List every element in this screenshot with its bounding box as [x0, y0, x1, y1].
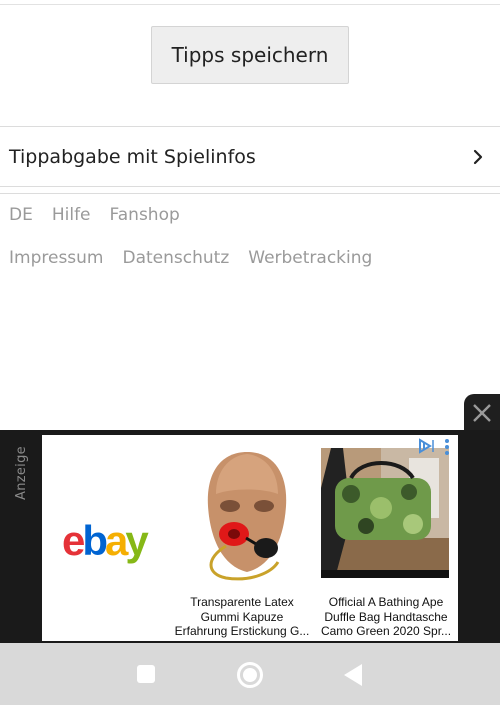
product-title-line: Official A Bathing Ape [328, 595, 444, 609]
save-tips-button[interactable]: Tipps speichern [151, 26, 349, 84]
divider [0, 186, 500, 187]
product-title-line: Camo Green 2020 Spr... [320, 624, 452, 638]
footer-links-row-2: Impressum Datenschutz Werbetracking [9, 248, 372, 268]
adchoices-icon[interactable] [416, 438, 438, 454]
product-title-line: Duffle Bag Handtasche [324, 609, 448, 624]
divider [0, 193, 500, 194]
divider [0, 126, 500, 127]
link-hilfe[interactable]: Hilfe [52, 205, 91, 225]
ebay-letter-e: e [62, 517, 85, 564]
ebay-logo[interactable]: ebay [62, 517, 149, 565]
top-divider [0, 4, 500, 5]
product-title-latex-hood[interactable]: Transparente Latex Gummi Kapuze Erfahrun… [168, 595, 316, 639]
product-image-duffle-bag[interactable] [321, 448, 449, 578]
tipp-info-row[interactable]: Tippabgabe mit Spielinfos [0, 128, 500, 186]
ebay-letter-y: y [125, 517, 148, 564]
link-werbetracking[interactable]: Werbetracking [248, 248, 372, 268]
link-de[interactable]: DE [9, 205, 33, 225]
product-image-latex-hood[interactable] [192, 448, 302, 586]
tipp-row-label: Tippabgabe mit Spielinfos [9, 146, 256, 168]
more-vertical-icon[interactable] [443, 438, 451, 456]
close-icon [473, 404, 491, 422]
ad-close-button[interactable] [464, 394, 500, 432]
ebay-letter-a: a [105, 517, 128, 564]
back-icon[interactable] [342, 663, 364, 687]
ebay-letter-b: b [82, 517, 108, 564]
product-title-line: Gummi Kapuze [200, 609, 284, 624]
link-impressum[interactable]: Impressum [9, 248, 104, 268]
home-icon[interactable] [236, 661, 264, 689]
product-title-duffle-bag[interactable]: Official A Bathing Ape Duffle Bag Handta… [316, 595, 456, 639]
link-fanshop[interactable]: Fanshop [110, 205, 180, 225]
product-title-line: Transparente Latex [190, 595, 294, 609]
link-datenschutz[interactable]: Datenschutz [123, 248, 230, 268]
product-title-line: Erfahrung Erstickung G... [174, 624, 310, 638]
recent-apps-icon[interactable] [136, 664, 156, 684]
footer-links-row-1: DE Hilfe Fanshop [9, 205, 180, 225]
ad-label: Anzeige [14, 446, 29, 500]
chevron-right-icon [473, 149, 483, 165]
